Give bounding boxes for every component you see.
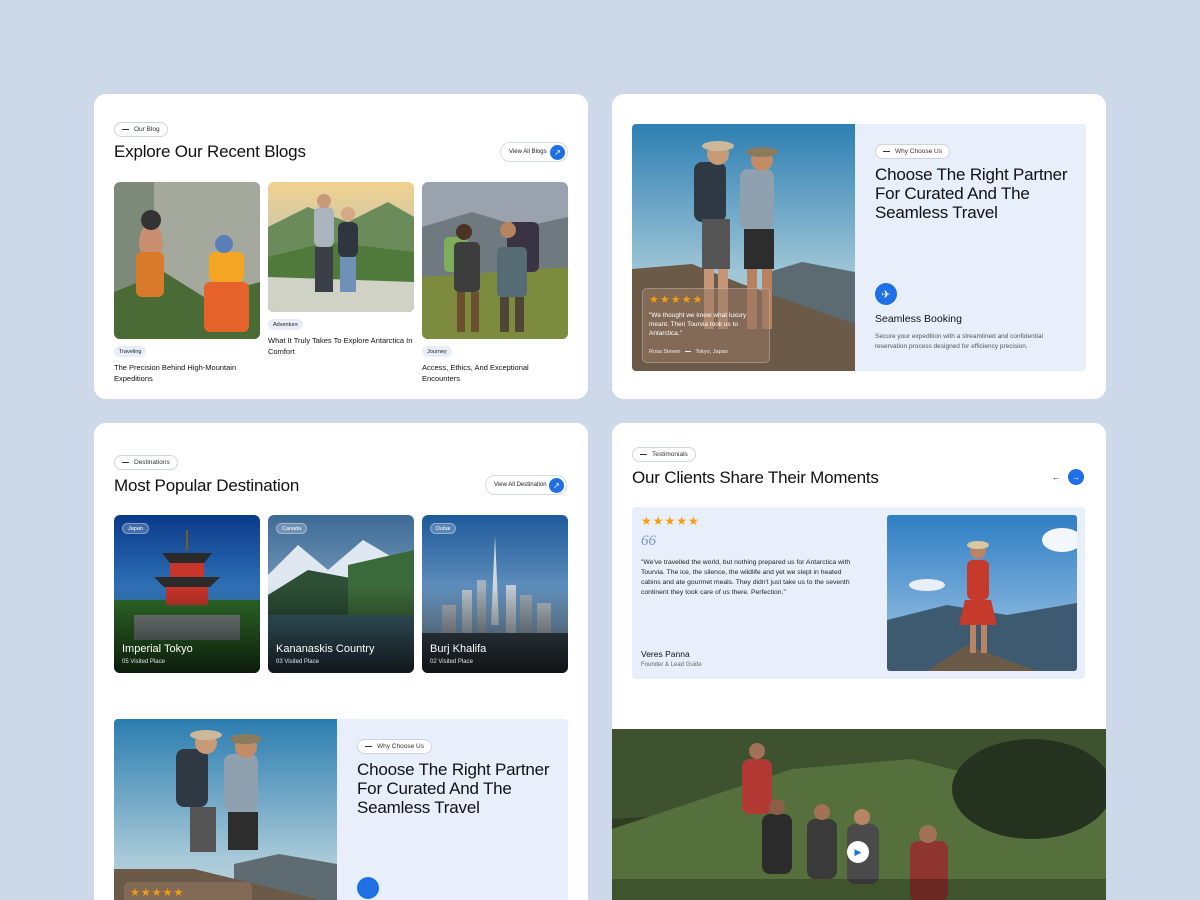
why-panel-secondary: ★★★★★ Why Choose Us Choose The Right Par… <box>114 719 568 900</box>
rating-stars: ★★★★★ <box>641 514 700 528</box>
destinations-pill-label: Destinations <box>134 459 170 466</box>
review-overlay: ★★★★★ "We thought we knew what luxury me… <box>642 288 770 363</box>
why-choose-us-card: ★★★★★ "We thought we knew what luxury me… <box>612 94 1106 399</box>
testimonials-title: Our Clients Share Their Moments <box>632 468 879 487</box>
blog-section-pill: Our Blog <box>114 122 168 137</box>
destination-visited: 05 Visited Place <box>122 659 165 665</box>
destinations-pill: Destinations <box>114 455 178 470</box>
dash-icon <box>122 462 129 463</box>
group-hike-video[interactable]: ▶ <box>612 729 1106 900</box>
testimonial-quote: "We've travelled the world, but nothing … <box>641 559 851 596</box>
blog-post-image[interactable] <box>114 182 260 339</box>
destination-country-tag: Dubai <box>430 523 457 534</box>
blog-post-tag[interactable]: Adventure <box>268 319 304 330</box>
play-icon[interactable]: ▶ <box>847 841 869 863</box>
blog-post-tag[interactable]: Journey <box>422 346 452 357</box>
destination-name: Burj Khalifa <box>430 643 487 655</box>
blog-section-card: Our Blog Explore Our Recent Blogs View A… <box>94 94 588 399</box>
view-all-destination-label: View All Destination <box>494 482 547 488</box>
testimonials-pill: Testimonials <box>632 447 696 462</box>
review-quote: "We thought we knew what luxury meant. T… <box>649 312 747 337</box>
why-title: Choose The Right Partner For Curated And… <box>875 165 1068 222</box>
why-pill-label: Why Choose Us <box>895 148 942 155</box>
testimonial-panel: ★★★★★ 66 "We've travelled the world, but… <box>632 507 1085 679</box>
blog-post-title[interactable]: What It Truly Takes To Explore Antarctic… <box>268 335 414 357</box>
blog-section-title: Explore Our Recent Blogs <box>114 142 306 161</box>
review-author: Rosa Steven <box>649 349 681 355</box>
rating-stars: ★★★★★ <box>130 887 185 899</box>
destination-country-tag: Japan <box>122 523 149 534</box>
testimonial-author: Veres Panna <box>641 649 690 659</box>
blog-post-image[interactable] <box>422 182 568 339</box>
dash-icon <box>640 454 647 455</box>
destinations-card: Destinations Most Popular Destination Vi… <box>94 423 588 900</box>
view-all-destination-button[interactable]: View All Destination ↗ <box>485 475 567 495</box>
dash-icon <box>883 151 890 152</box>
why-pill: Why Choose Us <box>357 739 432 754</box>
feature-description: Secure your expedition with a streamline… <box>875 333 1044 350</box>
next-arrow-button[interactable]: → <box>1068 469 1084 485</box>
arrow-up-right-icon: ↗ <box>550 145 565 160</box>
testimonial-role: Founder & Lead Guide <box>641 662 702 668</box>
blog-post-title[interactable]: Access, Ethics, And Exceptional Encounte… <box>422 362 568 384</box>
why-pill-label: Why Choose Us <box>377 743 424 750</box>
feature-title: Seamless Booking <box>875 313 962 325</box>
rating-stars: ★★★★★ <box>649 294 704 306</box>
arrow-up-right-icon: ↗ <box>549 478 564 493</box>
hikers-image: ★★★★★ "We thought we knew what luxury me… <box>632 124 855 371</box>
blog-post-title[interactable]: The Precision Behind High-Mountain Exped… <box>114 362 260 384</box>
why-panel: ★★★★★ "We thought we knew what luxury me… <box>632 124 1086 371</box>
feature-icon <box>357 877 379 899</box>
why-title: Choose The Right Partner For Curated And… <box>357 760 550 817</box>
dash-icon <box>685 351 692 353</box>
destinations-title: Most Popular Destination <box>114 476 300 495</box>
plane-icon: ✈ <box>875 283 897 305</box>
destination-name: Imperial Tokyo <box>122 643 193 655</box>
quote-mark-icon: 66 <box>641 533 656 549</box>
review-location: Tokyo, Japan <box>695 349 728 355</box>
dash-icon <box>365 746 372 747</box>
testimonials-card: Testimonials Our Clients Share Their Mom… <box>612 423 1106 900</box>
hikers-image: ★★★★★ <box>114 719 337 900</box>
previous-arrow-button[interactable]: ← <box>1048 469 1064 485</box>
testimonials-pill-label: Testimonials <box>652 451 688 458</box>
destination-name: Kananaskis Country <box>276 643 375 655</box>
testimonial-image <box>887 515 1077 671</box>
review-author-line: Rosa Steven Tokyo, Japan <box>649 349 728 355</box>
view-all-blogs-button[interactable]: View All Blogs ↗ <box>500 142 568 162</box>
blog-post-image[interactable] <box>268 182 414 312</box>
blog-post-tag[interactable]: Traveling <box>114 346 147 357</box>
dash-icon <box>122 129 129 130</box>
destination-card[interactable]: Dubai Burj Khalifa 02 Visited Place <box>422 515 568 673</box>
destination-visited: 03 Visited Place <box>276 659 319 665</box>
review-overlay: ★★★★★ <box>124 882 252 900</box>
destination-card[interactable]: Japan Imperial Tokyo 05 Visited Place <box>114 515 260 673</box>
destination-country-tag: Canada <box>276 523 308 534</box>
destination-visited: 02 Visited Place <box>430 659 473 665</box>
blog-pill-label: Our Blog <box>134 126 160 133</box>
destination-card[interactable]: Canada Kananaskis Country 03 Visited Pla… <box>268 515 414 673</box>
view-all-blogs-label: View All Blogs <box>509 149 547 155</box>
why-pill: Why Choose Us <box>875 144 950 159</box>
